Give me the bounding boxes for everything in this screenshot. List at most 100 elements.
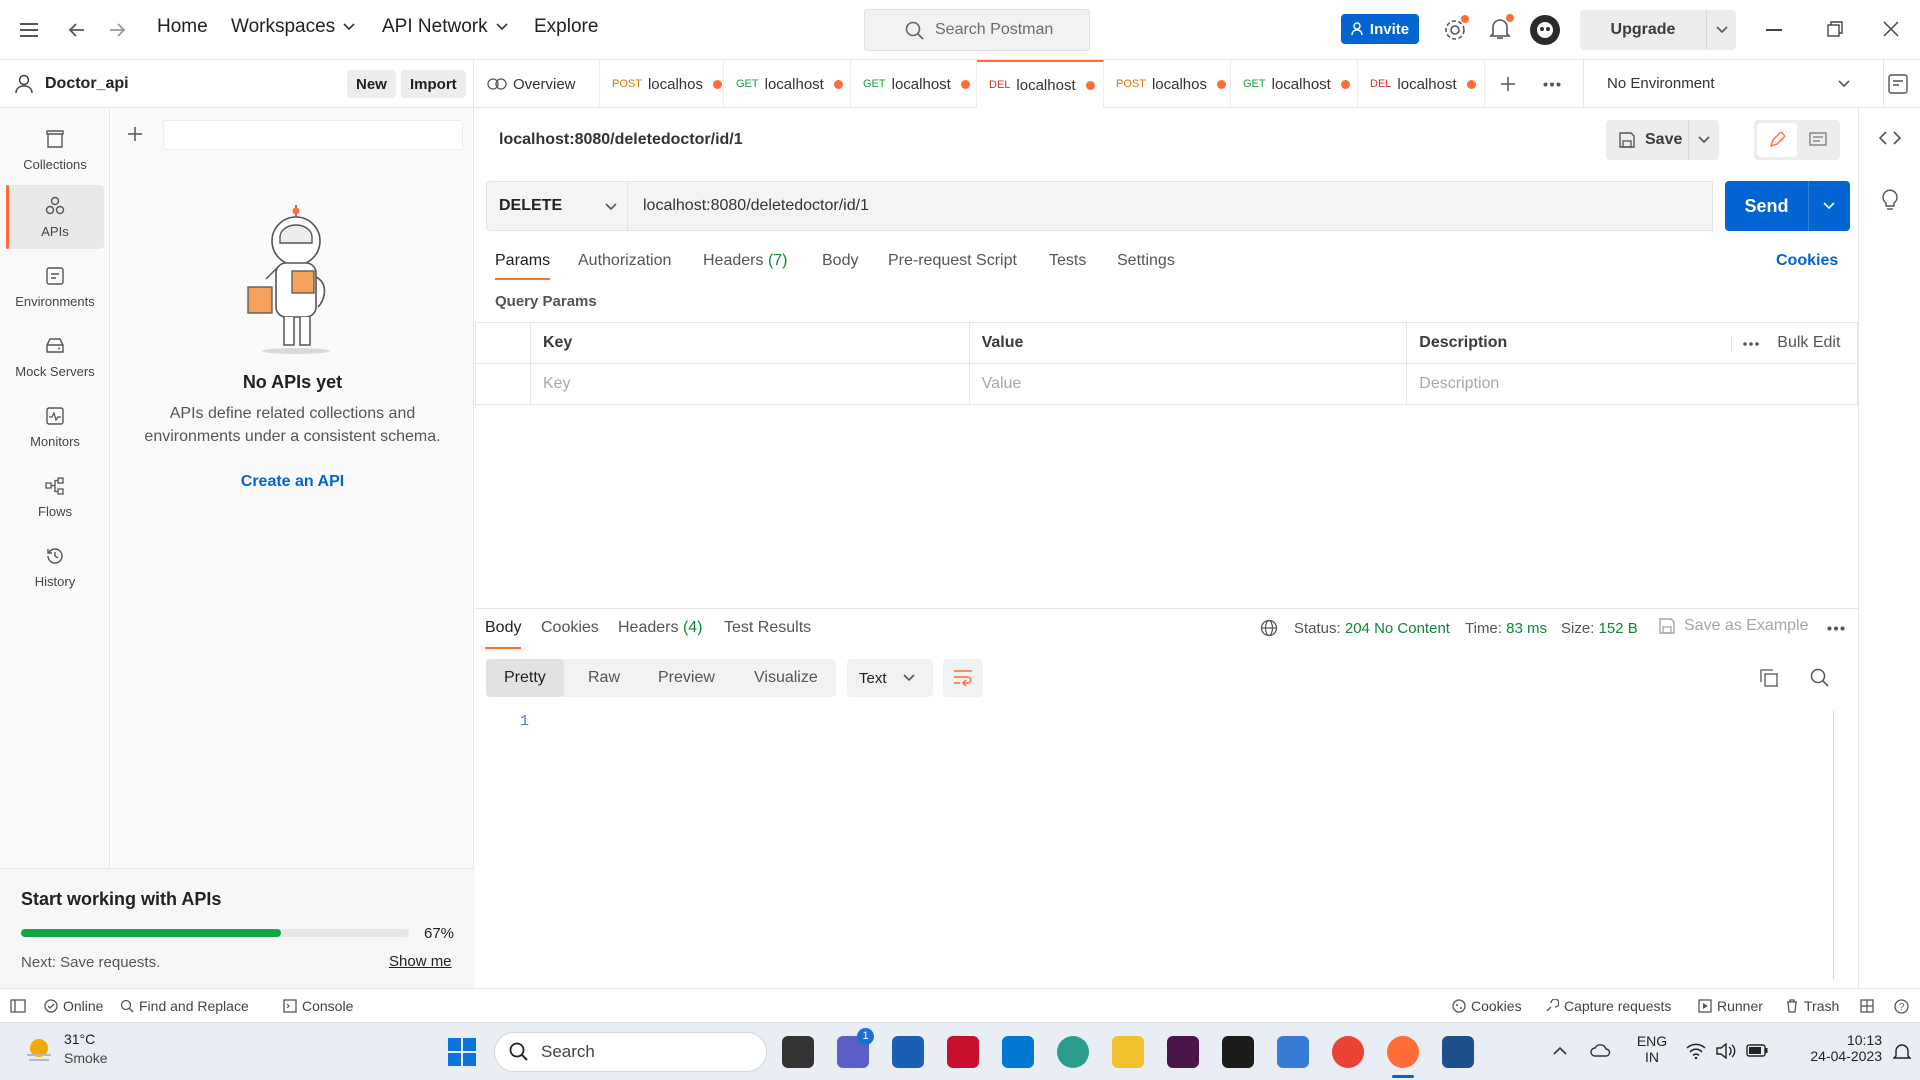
battery-icon[interactable] [1746, 1044, 1768, 1057]
settings-gear-icon[interactable] [1443, 15, 1469, 42]
search-icon[interactable] [1810, 668, 1830, 688]
tab-params[interactable]: Params [495, 252, 551, 280]
save-as-example-button[interactable]: Save as Example [1658, 617, 1809, 635]
onedrive-cloud-icon[interactable] [1590, 1043, 1612, 1057]
tab-request[interactable]: GET localhost [1231, 60, 1358, 108]
bulk-edit-link[interactable]: Bulk Edit [1777, 334, 1840, 352]
restore-icon[interactable] [1827, 21, 1843, 37]
rail-item-flows[interactable]: Flows [6, 465, 104, 529]
chevron-up-icon[interactable] [1553, 1046, 1567, 1055]
nav-home[interactable]: Home [157, 16, 208, 38]
more-horizontal-icon[interactable] [1827, 626, 1845, 631]
environment-quick-look-icon[interactable] [1888, 74, 1908, 94]
chevron-down-icon[interactable] [1698, 136, 1710, 144]
online-status[interactable]: Online [44, 998, 103, 1014]
chevron-down-icon[interactable] [1838, 80, 1850, 88]
filter-input[interactable] [163, 120, 463, 150]
nav-api-network[interactable]: API Network [382, 16, 508, 38]
view-visualize[interactable]: Visualize [754, 669, 818, 687]
key-input[interactable]: Key [529, 363, 970, 405]
chevron-down-icon[interactable] [1706, 10, 1736, 50]
invite-button[interactable]: Invite [1341, 14, 1419, 44]
code-icon[interactable] [1879, 130, 1901, 146]
cortana-icon[interactable] [1002, 1036, 1034, 1068]
response-divider[interactable] [475, 608, 1858, 609]
task-view-icon[interactable] [782, 1036, 814, 1068]
runner-button[interactable]: Runner [1698, 998, 1763, 1014]
wifi-icon[interactable] [1686, 1043, 1706, 1059]
tab-pre-request-script[interactable]: Pre-request Script [888, 252, 1017, 270]
back-arrow-icon[interactable] [67, 20, 87, 40]
search-input[interactable]: Search Postman [864, 9, 1090, 51]
cookies-button[interactable]: Cookies [1452, 998, 1522, 1014]
language-indicator[interactable]: ENG IN [1636, 1033, 1668, 1065]
rail-item-apis[interactable]: APIs [6, 185, 104, 249]
slack-icon[interactable] [1167, 1036, 1199, 1068]
view-pretty[interactable]: Pretty [486, 659, 564, 697]
tab-overview[interactable]: Overview [475, 60, 600, 108]
system-clock[interactable]: 10:13 24-04-2023 [1786, 1032, 1882, 1064]
more-horizontal-icon[interactable] [1543, 82, 1561, 87]
response-tab-headers[interactable]: Headers (4) [618, 619, 703, 637]
chrome-icon[interactable] [1332, 1036, 1364, 1068]
tab-request[interactable]: POST localhos [1104, 60, 1231, 108]
file-explorer-icon[interactable] [1112, 1036, 1144, 1068]
import-button[interactable]: Import [401, 70, 466, 98]
close-icon[interactable] [1883, 21, 1899, 37]
view-raw[interactable]: Raw [588, 669, 620, 687]
rail-item-monitors[interactable]: Monitors [6, 395, 104, 459]
menu-icon[interactable] [20, 22, 38, 38]
tab-request-active[interactable]: DEL localhost [977, 60, 1104, 108]
send-button[interactable]: Send [1725, 181, 1850, 231]
tab-request[interactable]: POST localhos [600, 60, 724, 108]
copy-icon[interactable] [1760, 669, 1778, 687]
save-button[interactable]: Save [1606, 120, 1719, 160]
volume-icon[interactable] [1716, 1043, 1736, 1059]
layout-icon[interactable] [1860, 999, 1874, 1013]
value-input[interactable]: Value [968, 363, 1408, 405]
description-input[interactable]: Description [1406, 363, 1858, 405]
edge-browser-icon[interactable] [1057, 1036, 1089, 1068]
wrap-lines-button[interactable] [943, 659, 983, 697]
tab-tests[interactable]: Tests [1049, 252, 1086, 270]
trash-button[interactable]: Trash [1785, 998, 1839, 1014]
taskbar-search[interactable]: Search [494, 1032, 767, 1072]
view-preview[interactable]: Preview [658, 669, 715, 687]
capture-requests-button[interactable]: Capture requests [1545, 998, 1671, 1014]
forward-arrow-icon[interactable] [107, 20, 127, 40]
microsoft-store-icon[interactable] [892, 1036, 924, 1068]
comment-icon[interactable] [1809, 132, 1827, 148]
rail-item-environments[interactable]: Environments [6, 255, 104, 319]
windows-start-icon[interactable] [447, 1037, 477, 1067]
avatar[interactable] [1530, 15, 1560, 45]
method-select[interactable]: DELETE [486, 181, 628, 231]
tab-request[interactable]: DEL localhost [1358, 60, 1485, 108]
tab-authorization[interactable]: Authorization [578, 252, 671, 270]
cookies-link[interactable]: Cookies [1776, 252, 1838, 270]
tab-request[interactable]: GET localhost [724, 60, 851, 108]
globe-icon[interactable] [1260, 619, 1278, 637]
environment-selector[interactable]: No Environment [1607, 75, 1715, 92]
minimize-icon[interactable] [1766, 29, 1782, 31]
more-horizontal-icon[interactable] [1743, 342, 1760, 346]
mcafee-icon[interactable] [947, 1036, 979, 1068]
rail-item-mock-servers[interactable]: Mock Servers [6, 325, 104, 389]
show-me-link[interactable]: Show me [389, 953, 452, 970]
tab-body[interactable]: Body [822, 252, 858, 270]
new-button[interactable]: New [347, 70, 396, 98]
chevron-down-icon[interactable] [1823, 202, 1835, 210]
nav-workspaces[interactable]: Workspaces [231, 16, 355, 38]
tab-settings[interactable]: Settings [1117, 252, 1175, 270]
plus-icon[interactable] [127, 126, 143, 142]
edit-mode-button[interactable] [1757, 123, 1797, 157]
response-tab-test-results[interactable]: Test Results [724, 619, 811, 637]
console-button[interactable]: Console [283, 998, 353, 1014]
tab-headers[interactable]: Headers (7) [703, 252, 788, 270]
response-tab-body[interactable]: Body [485, 619, 522, 649]
rail-item-collections[interactable]: Collections [6, 118, 104, 182]
create-api-link[interactable]: Create an API [111, 473, 474, 491]
request-title[interactable]: localhost:8080/deletedoctor/id/1 [499, 131, 743, 149]
find-and-replace-button[interactable]: Find and Replace [120, 998, 249, 1014]
scrollbar[interactable] [1833, 711, 1834, 979]
tab-request[interactable]: GET localhost [851, 60, 977, 108]
